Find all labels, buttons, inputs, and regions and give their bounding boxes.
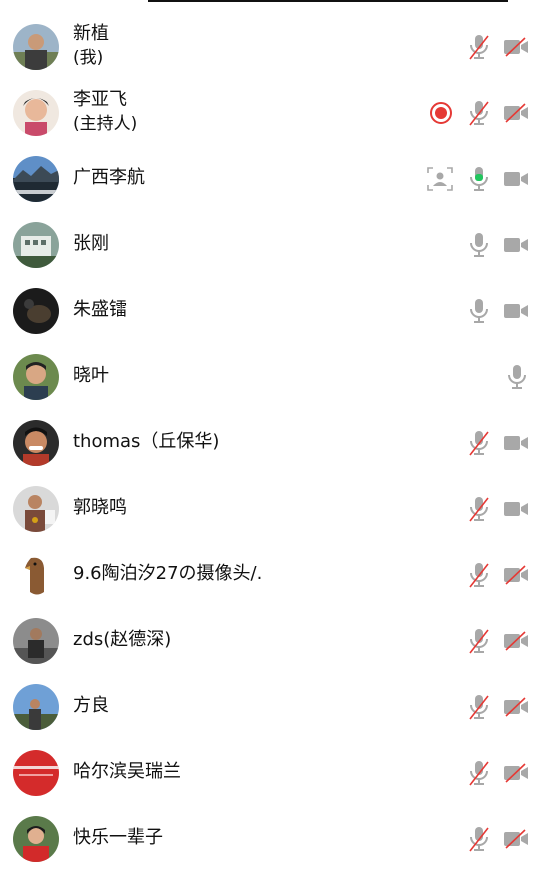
participant-row[interactable]: 晓叶 bbox=[0, 344, 543, 410]
avatar bbox=[13, 288, 59, 334]
avatar bbox=[13, 486, 59, 532]
avatar bbox=[13, 90, 59, 136]
mic-muted-icon[interactable] bbox=[467, 825, 491, 853]
participant-name: thomas（丘保华) bbox=[73, 431, 220, 452]
camera-off-icon[interactable] bbox=[503, 631, 529, 651]
avatar bbox=[13, 618, 59, 664]
participant-name: 晓叶 bbox=[73, 365, 109, 386]
participant-name: 广西李航 bbox=[73, 167, 145, 188]
participant-name: 方良 bbox=[73, 695, 109, 716]
speaker-view-icon[interactable] bbox=[427, 167, 453, 191]
mic-icon[interactable] bbox=[467, 231, 491, 259]
participant-role: (主持人) bbox=[73, 114, 138, 134]
avatar bbox=[13, 222, 59, 268]
participant-row[interactable]: 郭晓鸣 bbox=[0, 476, 543, 542]
avatar bbox=[13, 552, 59, 598]
avatar bbox=[13, 684, 59, 730]
participant-name: 张刚 bbox=[73, 233, 109, 254]
camera-icon[interactable] bbox=[503, 499, 529, 519]
participant-row[interactable]: 张刚 bbox=[0, 212, 543, 278]
camera-off-icon[interactable] bbox=[503, 829, 529, 849]
camera-off-icon[interactable] bbox=[503, 37, 529, 57]
mic-muted-icon[interactable] bbox=[467, 495, 491, 523]
mic-muted-icon[interactable] bbox=[467, 99, 491, 127]
mic-muted-icon[interactable] bbox=[467, 33, 491, 61]
mic-muted-icon[interactable] bbox=[467, 759, 491, 787]
record-icon[interactable] bbox=[429, 101, 453, 125]
participant-name: 哈尔滨吴瑞兰 bbox=[73, 761, 181, 782]
camera-off-icon[interactable] bbox=[503, 565, 529, 585]
participant-name: 李亚飞 bbox=[73, 89, 127, 110]
participant-row[interactable]: 哈尔滨吴瑞兰 bbox=[0, 740, 543, 806]
avatar bbox=[13, 420, 59, 466]
participant-role: (我) bbox=[73, 48, 104, 68]
participant-name: 朱盛镭 bbox=[73, 299, 127, 320]
mic-icon[interactable] bbox=[505, 363, 529, 391]
camera-icon[interactable] bbox=[503, 301, 529, 321]
mic-muted-icon[interactable] bbox=[467, 627, 491, 655]
avatar bbox=[13, 354, 59, 400]
camera-off-icon[interactable] bbox=[503, 103, 529, 123]
mic-speaking-icon[interactable] bbox=[467, 165, 491, 193]
participant-row[interactable]: 快乐一辈子 bbox=[0, 806, 543, 872]
mic-icon[interactable] bbox=[467, 297, 491, 325]
top-divider bbox=[148, 0, 508, 2]
participant-row[interactable]: 方良 bbox=[0, 674, 543, 740]
participant-row[interactable]: 9.6陶泊汐27の摄像头/. bbox=[0, 542, 543, 608]
avatar bbox=[13, 24, 59, 70]
participant-name: 9.6陶泊汐27の摄像头/. bbox=[73, 563, 263, 584]
participant-row[interactable]: 李亚飞 (主持人) bbox=[0, 80, 543, 146]
participant-row[interactable]: zds(赵德深) bbox=[0, 608, 543, 674]
participant-row[interactable]: 朱盛镭 bbox=[0, 278, 543, 344]
camera-icon[interactable] bbox=[503, 169, 529, 189]
camera-off-icon[interactable] bbox=[503, 763, 529, 783]
participant-name: zds(赵德深) bbox=[73, 629, 172, 650]
mic-muted-icon[interactable] bbox=[467, 429, 491, 457]
avatar bbox=[13, 816, 59, 862]
participant-name: 快乐一辈子 bbox=[73, 827, 163, 848]
participant-name: 新植 bbox=[73, 23, 109, 44]
mic-muted-icon[interactable] bbox=[467, 693, 491, 721]
participant-row[interactable]: 新植 (我) bbox=[0, 14, 543, 80]
camera-icon[interactable] bbox=[503, 235, 529, 255]
avatar bbox=[13, 750, 59, 796]
camera-off-icon[interactable] bbox=[503, 697, 529, 717]
participant-row[interactable]: 广西李航 bbox=[0, 146, 543, 212]
mic-muted-icon[interactable] bbox=[467, 561, 491, 589]
participant-name: 郭晓鸣 bbox=[73, 497, 127, 518]
camera-icon[interactable] bbox=[503, 433, 529, 453]
avatar bbox=[13, 156, 59, 202]
participant-row[interactable]: thomas（丘保华) bbox=[0, 410, 543, 476]
